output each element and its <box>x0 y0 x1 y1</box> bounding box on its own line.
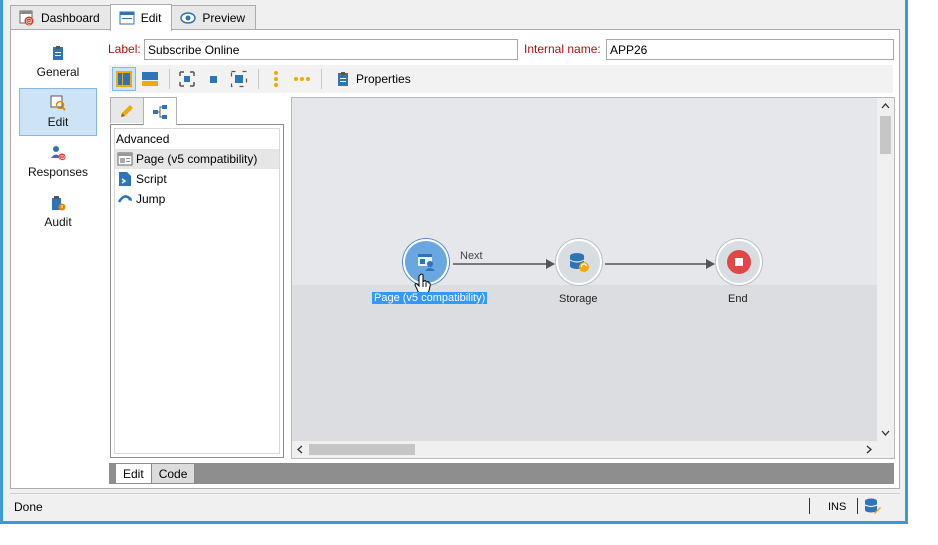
fit-to-window-button[interactable] <box>175 67 199 91</box>
jump-icon <box>117 191 133 207</box>
transition-label: Next <box>460 250 483 262</box>
toolbar: Properties <box>109 65 893 93</box>
svg-text:@: @ <box>59 155 65 162</box>
zoom-extents-button[interactable] <box>227 67 251 91</box>
dots-horizontal-icon <box>294 77 310 81</box>
palette-item-jump[interactable]: Jump <box>115 189 279 209</box>
node-storage[interactable] <box>556 239 602 285</box>
scroll-up-icon[interactable] <box>881 102 890 110</box>
dots-vertical-icon <box>274 71 278 87</box>
status-separator <box>857 498 858 514</box>
scroll-left-icon[interactable] <box>296 445 304 454</box>
sidebar-item-general[interactable]: General <box>19 38 97 86</box>
tab-tree[interactable] <box>143 97 177 125</box>
palette-header: Advanced <box>116 132 170 146</box>
actual-size-button[interactable] <box>201 67 225 91</box>
status-bar: Done INS <box>10 493 900 517</box>
node-storage-label: Storage <box>559 293 598 305</box>
palette-list: Advanced Page (v5 compatibility) Script <box>114 128 280 454</box>
edit-search-icon <box>50 95 66 111</box>
horizontal-layout-button[interactable] <box>138 67 162 91</box>
sidebar: General Edit @ Responses Audit <box>19 38 99 238</box>
horizontal-align-button[interactable] <box>290 67 314 91</box>
properties-button[interactable]: Properties <box>331 71 415 87</box>
fit-window-icon <box>179 71 195 87</box>
square-icon <box>210 76 217 83</box>
horizontal-scrollbar[interactable] <box>292 441 877 458</box>
tab-pencil[interactable] <box>110 97 144 123</box>
label-caption: Label: <box>108 42 141 56</box>
label-input[interactable] <box>144 39 518 60</box>
bottom-tab-edit[interactable]: Edit <box>116 464 152 483</box>
properties-label: Properties <box>356 72 411 86</box>
audit-icon <box>50 195 66 211</box>
tab-preview-label: Preview <box>202 11 246 25</box>
clipboard-icon <box>50 45 66 61</box>
node-end-label: End <box>728 293 748 305</box>
svg-text:@: @ <box>26 18 33 26</box>
sidebar-item-responses[interactable]: @ Responses <box>19 138 97 186</box>
bottom-tab-code[interactable]: Code <box>151 464 196 483</box>
bottom-tab-bar: Edit Code <box>109 463 894 484</box>
node-page-label: Page (v5 compatibility) <box>372 292 488 304</box>
layout-vertical-icon <box>116 71 132 87</box>
dashboard-icon: @ <box>19 10 35 26</box>
tab-edit[interactable]: Edit <box>109 4 173 31</box>
palette-tab-bar <box>110 97 177 125</box>
tab-preview[interactable]: Preview <box>171 5 257 30</box>
clipboard-icon <box>338 72 348 86</box>
tab-dashboard-label: Dashboard <box>41 11 100 25</box>
toolbar-separator <box>169 69 170 89</box>
palette-item-label: Page (v5 compatibility) <box>136 152 258 166</box>
tab-dashboard[interactable]: @ Dashboard <box>10 5 111 30</box>
toolbar-separator <box>258 69 259 89</box>
script-icon <box>117 171 133 187</box>
vertical-layout-button[interactable] <box>112 67 136 91</box>
vertical-scroll-thumb[interactable] <box>880 116 891 154</box>
editor-window: @ Dashboard Edit Preview General Edit @ … <box>3 0 905 521</box>
sidebar-item-label: General <box>36 65 80 79</box>
palette-item-script[interactable]: Script <box>115 169 279 189</box>
user-at-icon: @ <box>50 145 66 162</box>
sidebar-item-audit[interactable]: Audit <box>19 188 97 236</box>
palette-item-label: Jump <box>136 192 166 206</box>
arrowhead <box>706 259 715 269</box>
scroll-down-icon[interactable] <box>881 429 890 437</box>
arrowhead <box>546 259 555 269</box>
top-tab-bar: @ Dashboard Edit Preview <box>10 4 257 31</box>
database-connection-icon[interactable] <box>864 498 882 515</box>
palette-item-page[interactable]: Page (v5 compatibility) <box>115 149 279 169</box>
scroll-corner <box>877 441 894 458</box>
insert-mode-indicator: INS <box>828 501 847 513</box>
tree-icon <box>153 104 167 119</box>
sidebar-item-edit[interactable]: Edit <box>19 88 97 136</box>
editor-panel: General Edit @ Responses Audit Label: Su… <box>10 29 900 489</box>
sidebar-item-label: Audit <box>44 215 72 229</box>
workflow-canvas[interactable]: Next Page (v5 compatibility) Storage End <box>291 97 895 459</box>
vertical-scrollbar[interactable] <box>877 98 894 442</box>
toolbar-separator <box>321 69 322 89</box>
scroll-right-icon[interactable] <box>865 445 873 454</box>
edit-form-icon <box>119 10 135 26</box>
node-end[interactable] <box>716 239 762 285</box>
sidebar-item-label: Responses <box>27 165 89 179</box>
horizontal-scroll-thumb[interactable] <box>309 444 415 455</box>
layout-horizontal-icon <box>142 72 158 86</box>
pencil-icon <box>121 104 133 117</box>
eye-icon <box>180 10 197 26</box>
page-node-icon <box>414 250 438 274</box>
tab-edit-label: Edit <box>140 11 162 25</box>
vertical-align-button[interactable] <box>264 67 288 91</box>
zoom-extents-icon <box>230 70 248 88</box>
internal-name-input[interactable] <box>606 39 894 60</box>
stop-icon <box>727 250 751 274</box>
palette-item-label: Script <box>136 172 167 186</box>
status-text: Done <box>14 500 43 514</box>
database-icon <box>567 250 591 274</box>
internal-name-caption: Internal name: <box>524 42 601 56</box>
page-icon <box>117 151 133 167</box>
sidebar-item-label: Edit <box>47 115 69 129</box>
status-separator <box>809 498 810 514</box>
activity-palette: Advanced Page (v5 compatibility) Script <box>110 124 284 458</box>
